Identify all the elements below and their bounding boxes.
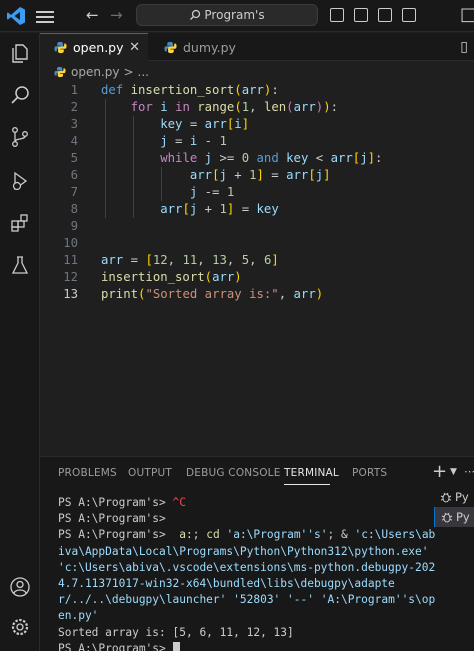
- code-line: 7 j -= 1: [70, 185, 235, 199]
- title-bar: ← → Program's □: [0, 0, 474, 32]
- python-file-icon: [164, 41, 177, 53]
- settings-gear-icon[interactable]: [6, 613, 34, 641]
- code-line: 4 j = i - 1: [70, 134, 227, 148]
- close-tab-icon[interactable]: ✕: [129, 40, 140, 55]
- code-line: 11 arr = [12, 11, 13, 5, 6]: [63, 253, 279, 267]
- search-label: Program's: [204, 8, 265, 22]
- toggle-secondary-sidebar-icon[interactable]: [378, 8, 392, 22]
- code-line: 12 insertion_sort(arr): [63, 270, 242, 284]
- tab-debug-console[interactable]: DEBUG CONSOLE: [186, 467, 281, 479]
- python-file-icon: [54, 66, 66, 78]
- terminal-cursor: [172, 642, 180, 651]
- tab-label: open.py: [73, 40, 124, 55]
- code-line: 1 def insertion_sort(arr):: [70, 83, 279, 97]
- tab-terminal[interactable]: TERMINAL: [284, 467, 339, 479]
- tab-output[interactable]: OUTPUT: [128, 467, 172, 479]
- tab-label: dumy.py: [183, 39, 236, 55]
- code-editor[interactable]: 1 def insertion_sort(arr): 2 for i in ran…: [40, 82, 474, 303]
- menu-icon[interactable]: [36, 8, 54, 24]
- toggle-primary-sidebar-icon[interactable]: [330, 8, 344, 22]
- terminal-line: PS A:\Program's>: [58, 512, 173, 526]
- customize-layout-icon[interactable]: [402, 8, 416, 22]
- testing-flask-icon[interactable]: [6, 251, 34, 279]
- search-icon: [190, 9, 201, 20]
- code-line: 5 while j >= 0 and key < arr[j]:: [70, 151, 383, 165]
- tab-problems[interactable]: PROBLEMS: [58, 467, 117, 479]
- terminal-list: Py Py: [434, 487, 474, 527]
- terminal-line: PS A:\Program's> ^C: [58, 496, 186, 509]
- account-icon[interactable]: [6, 573, 34, 601]
- debug-bug-icon: [440, 492, 452, 503]
- terminal-line: PS A:\Program's> a:; cd 'a:\Program''s';…: [58, 528, 436, 623]
- code-line: 2 for i in range(1, len(arr)):: [70, 100, 338, 114]
- more-actions-icon[interactable]: ⋯: [464, 465, 474, 478]
- toggle-panel-icon[interactable]: [354, 8, 368, 22]
- editor-tabs: open.py ✕ dumy.py ▯: [40, 33, 474, 61]
- tab-dumy-py[interactable]: dumy.py: [150, 33, 260, 61]
- tab-ports[interactable]: PORTS: [352, 467, 387, 479]
- terminal-output[interactable]: PS A:\Program's> ^C PS A:\Program's> PS …: [58, 495, 436, 651]
- terminal-line: PS A:\Program's>: [58, 641, 436, 651]
- explorer-icon[interactable]: [6, 39, 34, 67]
- breadcrumb-separator: >: [123, 65, 134, 79]
- extensions-icon[interactable]: [6, 209, 34, 237]
- vscode-logo-icon: [6, 6, 26, 26]
- breadcrumb-symbol[interactable]: ...: [138, 65, 149, 79]
- terminal-line: Sorted array is: [5, 6, 11, 12, 13]: [58, 625, 294, 639]
- active-tab-indicator: [284, 484, 330, 485]
- code-line: 6 arr[j + 1] = arr[j]: [70, 168, 331, 182]
- code-line: 9: [70, 219, 78, 233]
- new-terminal-icon[interactable]: +: [432, 461, 447, 482]
- code-line: 8 arr[j + 1] = key: [70, 202, 279, 216]
- run-and-debug-icon[interactable]: [6, 167, 34, 195]
- bottom-panel: PROBLEMS OUTPUT DEBUG CONSOLE TERMINAL P…: [40, 456, 474, 651]
- restore-window-icon[interactable]: □: [460, 4, 474, 25]
- search-icon[interactable]: [6, 81, 34, 109]
- back-arrow-icon[interactable]: ←: [86, 6, 99, 24]
- code-line: 3 key = arr[i]: [70, 117, 250, 131]
- breadcrumb: open.py > ...: [40, 62, 149, 82]
- terminal-list-item-selected[interactable]: Py: [434, 507, 474, 527]
- source-control-icon[interactable]: [6, 123, 34, 151]
- chevron-down-icon[interactable]: ▼: [450, 467, 457, 477]
- terminal-list-item[interactable]: Py: [434, 487, 474, 507]
- command-center-search[interactable]: Program's: [136, 4, 318, 26]
- debug-bug-icon: [441, 512, 453, 523]
- breadcrumb-file[interactable]: open.py: [71, 65, 119, 79]
- code-line: 10: [63, 236, 78, 250]
- tab-open-py[interactable]: open.py ✕: [40, 33, 148, 61]
- split-editor-icon[interactable]: ▯: [460, 39, 468, 55]
- forward-arrow-icon[interactable]: →: [110, 6, 123, 24]
- code-line-current: 13 print("Sorted array is:", arr): [63, 287, 324, 301]
- activity-bar: [0, 33, 40, 651]
- python-file-icon: [54, 41, 67, 54]
